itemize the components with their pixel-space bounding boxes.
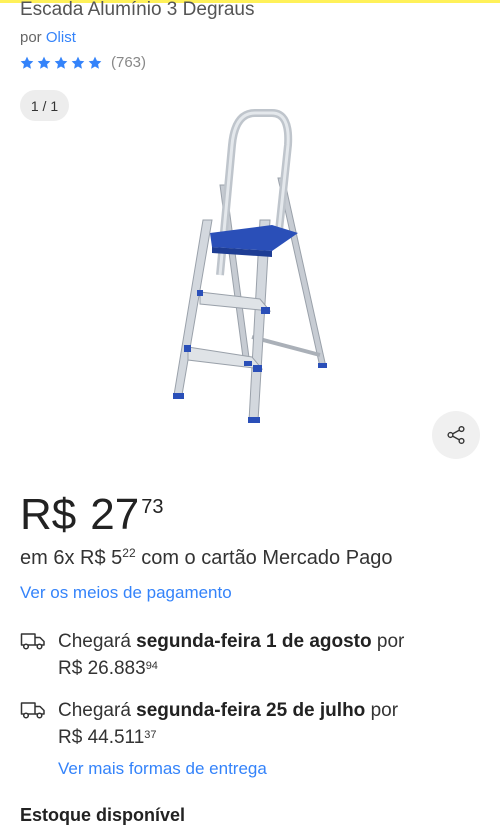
price-cents: 73 — [141, 496, 164, 518]
more-delivery-options-link[interactable]: Ver mais formas de entrega — [58, 759, 267, 779]
shipping-prefix: Chegará — [58, 631, 131, 652]
shipping-price-cents: 94 — [145, 660, 158, 672]
installments-value: 5 — [111, 547, 123, 569]
shipping-date: segunda-feira 1 de agosto — [136, 631, 372, 652]
shipping-by: por — [370, 700, 399, 721]
shipping-text: Chegará segunda-feira 25 de julho por R$… — [58, 697, 458, 751]
shipping-by: por — [376, 631, 405, 652]
truck-icon — [20, 633, 45, 650]
payment-methods-link[interactable]: Ver os meios de pagamento — [20, 583, 232, 603]
shipping-prefix: Chegará — [58, 700, 131, 721]
star-icon — [71, 56, 85, 69]
seller-link[interactable]: Olist — [46, 29, 76, 46]
installments-cents: 22 — [122, 546, 136, 560]
shipping-price-cents: 37 — [144, 729, 157, 741]
shipping-option: Chegará segunda-feira 1 de agosto por R$… — [20, 628, 458, 682]
star-icon — [20, 56, 34, 69]
star-icon — [88, 56, 102, 69]
seller-line: por Olist — [20, 29, 76, 46]
rating-count: (763) — [111, 54, 147, 71]
image-counter-badge: 1 / 1 — [20, 90, 69, 121]
shipping-price: R$ 44.511 — [58, 727, 145, 748]
shipping-price: R$ 26.883 — [58, 658, 146, 679]
price-currency: R$ — [20, 490, 77, 539]
truck-icon — [20, 702, 45, 719]
stock-status: Estoque disponível — [20, 805, 186, 825]
shipping-option: Chegará segunda-feira 25 de julho por R$… — [20, 697, 458, 751]
price-integer: 27 — [90, 490, 140, 539]
installments-prefix: em 6x R$ — [20, 547, 106, 569]
shipping-text: Chegará segunda-feira 1 de agosto por R$… — [58, 628, 458, 682]
star-icon — [54, 56, 68, 69]
product-image-ladder[interactable] — [160, 105, 340, 430]
shipping-date: segunda-feira 25 de julho — [136, 700, 366, 721]
share-icon — [447, 425, 465, 445]
star-icon — [37, 56, 51, 69]
product-title: Escada Alumínio 3 Degraus — [20, 0, 255, 20]
price: R$ 27 73 — [20, 490, 163, 540]
installments-suffix: com o cartão Mercado Pago — [141, 547, 393, 569]
seller-prefix: por — [20, 29, 42, 46]
share-button[interactable] — [432, 411, 480, 459]
rating[interactable]: (763) — [19, 54, 146, 71]
rating-stars — [19, 55, 103, 71]
installments: em 6x R$ 522 com o cartão Mercado Pago — [20, 546, 393, 570]
